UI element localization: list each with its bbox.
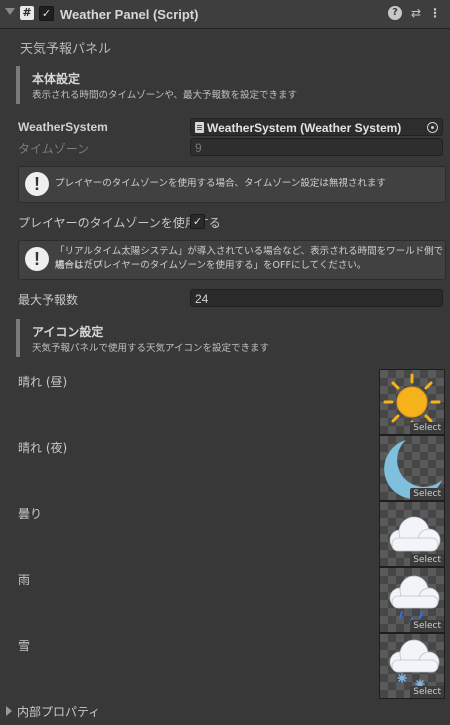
cloud-icon-slot[interactable]: Select <box>379 501 445 567</box>
context-menu-icon[interactable]: ⋮ <box>428 6 442 20</box>
panel-title: 天気予報パネル <box>20 42 112 57</box>
select-button[interactable]: Select <box>410 422 444 434</box>
section-title: アイコン設定 <box>32 325 104 339</box>
icon-label-snow: 雪 <box>18 639 31 653</box>
icon-label-rain: 雨 <box>18 573 31 587</box>
script-object-icon <box>195 122 204 133</box>
helpbox-text-line-2: 場合は「プレイヤーのタイムゾーンを使用する」をOFFにしてください。 <box>55 260 367 271</box>
section-title: 本体設定 <box>32 72 81 86</box>
use-player-timezone-checkbox[interactable]: ✓ <box>190 214 205 229</box>
warning-icon: ! <box>25 172 49 196</box>
presets-icon[interactable]: ⇄ <box>409 6 423 20</box>
section-description: 天気予報パネルで使用する天気アイコンを設定できます <box>32 343 270 354</box>
foldout-arrow-icon[interactable] <box>6 706 12 716</box>
icon-label-sunny-night: 晴れ (夜) <box>18 441 68 455</box>
main-settings-section: 本体設定 表示される時間のタイムゾーンや、最大予報数を設定できます <box>16 66 448 104</box>
max-forecast-field[interactable]: 24 <box>190 289 443 307</box>
weather-system-label: WeatherSystem <box>18 120 108 134</box>
internal-properties-foldout[interactable]: 内部プロパティ <box>17 703 100 720</box>
enable-checkbox[interactable]: ✓ <box>39 6 54 21</box>
script-icon: # <box>20 6 34 20</box>
info-helpbox: ! プレイヤーのタイムゾーンを使用する場合、タイムゾーン設定は無視されます <box>18 166 446 203</box>
timezone-label: タイムゾーン <box>18 142 90 156</box>
max-forecast-label: 最大予報数 <box>18 293 79 307</box>
foldout-arrow-icon[interactable] <box>5 8 15 15</box>
helpbox-text: プレイヤーのタイムゾーンを使用する場合、タイムゾーン設定は無視されます <box>55 178 386 189</box>
info-helpbox-2: ! 「リアルタイム太陽システム」が導入されている場合など、表示される時間をワール… <box>18 240 446 280</box>
weather-system-value: WeatherSystem (Weather System) <box>207 121 402 135</box>
timezone-field[interactable]: 9 <box>190 138 443 156</box>
select-button[interactable]: Select <box>410 620 444 632</box>
icon-settings-section: アイコン設定 天気予報パネルで使用する天気アイコンを設定できます <box>16 319 448 357</box>
component-title: Weather Panel (Script) <box>60 7 199 22</box>
help-icon[interactable]: ? <box>388 6 402 20</box>
component-header[interactable]: # ✓ Weather Panel (Script) ? ⇄ ⋮ <box>0 0 450 29</box>
weather-system-field[interactable]: WeatherSystem (Weather System) <box>190 118 443 136</box>
select-button[interactable]: Select <box>410 488 444 500</box>
section-description: 表示される時間のタイムゾーンや、最大予報数を設定できます <box>32 90 298 101</box>
object-picker-icon[interactable] <box>427 122 438 133</box>
select-button[interactable]: Select <box>410 554 444 566</box>
snow-icon-slot[interactable]: Select <box>379 633 445 699</box>
moon-icon-slot[interactable]: Select <box>379 435 445 501</box>
icon-label-cloudy: 曇り <box>18 507 43 521</box>
select-button[interactable]: Select <box>410 686 444 698</box>
rain-icon-slot[interactable]: Select <box>379 567 445 633</box>
warning-icon: ! <box>25 247 49 271</box>
sun-icon-slot[interactable]: Select <box>379 369 445 435</box>
icon-label-sunny-day: 晴れ (昼) <box>18 375 68 389</box>
